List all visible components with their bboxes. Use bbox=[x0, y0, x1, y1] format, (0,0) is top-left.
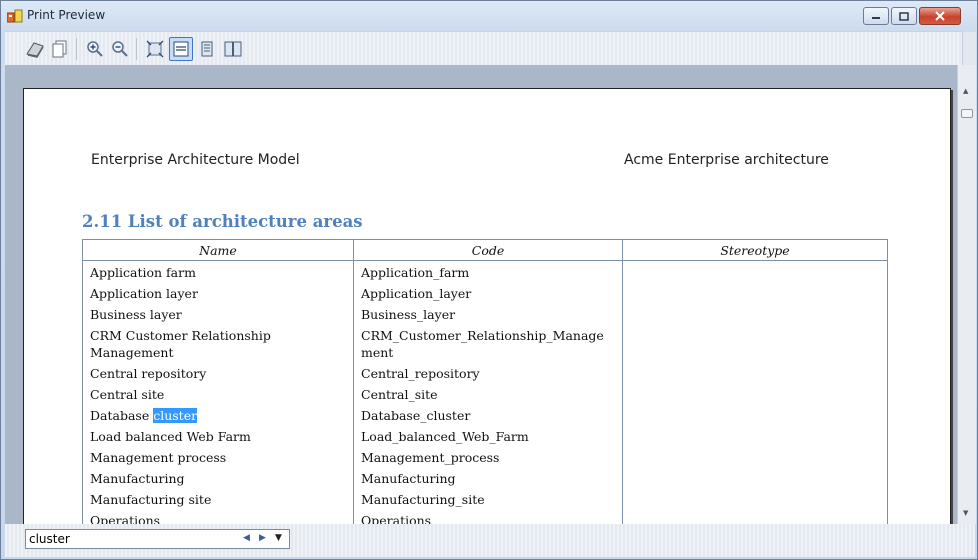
table-row: CRM Customer Relationship Management CRM… bbox=[82, 327, 888, 365]
fit-width-icon bbox=[173, 41, 189, 57]
table-row: Database cluster Database_cluster bbox=[82, 407, 888, 428]
table-row: Application farm Application_farm bbox=[82, 260, 888, 285]
close-button[interactable] bbox=[919, 7, 961, 25]
cell-name: CRM Customer Relationship Management bbox=[82, 327, 354, 365]
single-page-button[interactable] bbox=[195, 37, 219, 61]
cell-name: Management process bbox=[82, 449, 354, 470]
column-header-code: Code bbox=[353, 239, 623, 261]
preview-toolbar bbox=[5, 31, 963, 66]
fit-page-button[interactable] bbox=[143, 37, 167, 61]
table-row: Central site Central_site bbox=[82, 386, 888, 407]
fit-page-icon bbox=[146, 40, 164, 58]
single-page-icon bbox=[201, 41, 213, 57]
cell-stereotype bbox=[622, 260, 888, 285]
cell-name: Application farm bbox=[82, 260, 354, 285]
cell-code: Application_layer bbox=[353, 285, 623, 306]
cell-name: Operations bbox=[82, 512, 354, 524]
cell-code: Central_repository bbox=[353, 365, 623, 386]
preview-page: Enterprise Architecture Model Acme Enter… bbox=[23, 88, 951, 524]
preview-area[interactable]: Enterprise Architecture Model Acme Enter… bbox=[5, 65, 957, 524]
section-title: 2.11 List of architecture areas bbox=[82, 212, 363, 231]
cell-name: Manufacturing site bbox=[82, 491, 354, 512]
window-title: Print Preview bbox=[27, 8, 106, 22]
cell-code: Central_site bbox=[353, 386, 623, 407]
toolbar-separator bbox=[136, 38, 137, 60]
vertical-scrollbar[interactable]: ▲ ▼ bbox=[957, 65, 976, 524]
maximize-button[interactable] bbox=[891, 7, 917, 25]
table-row: Operations Operations bbox=[82, 512, 888, 524]
find-previous-icon[interactable]: ◀ bbox=[243, 533, 250, 543]
cell-name: Central repository bbox=[82, 365, 354, 386]
page-header-left: Enterprise Architecture Model bbox=[91, 152, 300, 168]
close-icon bbox=[935, 11, 945, 21]
cell-name: Application layer bbox=[82, 285, 354, 306]
cell-stereotype bbox=[622, 449, 888, 470]
cell-code: CRM_Customer_Relationship_Management bbox=[353, 327, 623, 365]
scroll-down-icon[interactable]: ▼ bbox=[963, 509, 968, 517]
zoom-in-icon bbox=[87, 41, 103, 57]
table-row: Management process Management_process bbox=[82, 449, 888, 470]
cell-stereotype bbox=[622, 365, 888, 386]
cell-stereotype bbox=[622, 428, 888, 449]
cell-name-text: Database bbox=[90, 408, 154, 423]
print-button[interactable] bbox=[23, 37, 47, 61]
table-row: Central repository Central_repository bbox=[82, 365, 888, 386]
maximize-icon bbox=[899, 11, 909, 21]
toolbar-separator bbox=[76, 38, 77, 60]
cell-stereotype bbox=[622, 306, 888, 327]
table-row: Manufacturing site Manufacturing_site bbox=[82, 491, 888, 512]
table-row: Application layer Application_layer bbox=[82, 285, 888, 306]
table-row: Load balanced Web Farm Load_balanced_Web… bbox=[82, 428, 888, 449]
scroll-up-icon[interactable]: ▲ bbox=[963, 87, 968, 95]
print-icon bbox=[26, 42, 44, 58]
cell-stereotype bbox=[622, 327, 888, 365]
cell-stereotype bbox=[622, 407, 888, 428]
cell-code: Load_balanced_Web_Farm bbox=[353, 428, 623, 449]
cell-name: Load balanced Web Farm bbox=[82, 428, 354, 449]
toolbar-overflow[interactable] bbox=[962, 32, 976, 65]
page-header-right: Acme Enterprise architecture bbox=[624, 152, 829, 168]
table-row: Business layer Business_layer bbox=[82, 306, 888, 327]
cell-code: Operations bbox=[353, 512, 623, 524]
cell-name: Business layer bbox=[82, 306, 354, 327]
cell-code: Manufacturing_site bbox=[353, 491, 623, 512]
print-preview-app-icon bbox=[7, 9, 23, 23]
cell-code: Business_layer bbox=[353, 306, 623, 327]
minimize-button[interactable] bbox=[863, 7, 889, 25]
cell-code: Database_cluster bbox=[353, 407, 623, 428]
cell-stereotype bbox=[622, 470, 888, 491]
cell-code: Manufacturing bbox=[353, 470, 623, 491]
title-bar[interactable]: Print Preview bbox=[1, 1, 977, 31]
cell-code: Application_farm bbox=[353, 260, 623, 285]
two-pages-icon bbox=[224, 41, 242, 57]
zoom-in-button[interactable] bbox=[83, 37, 107, 61]
minimize-icon bbox=[872, 17, 880, 19]
find-next-icon[interactable]: ▶ bbox=[259, 533, 266, 543]
column-header-name: Name bbox=[82, 239, 354, 261]
find-bar: ◀ ▶ ▼ bbox=[5, 524, 975, 557]
cell-name: Manufacturing bbox=[82, 470, 354, 491]
cell-code: Management_process bbox=[353, 449, 623, 470]
cell-name: Database cluster bbox=[82, 407, 354, 428]
zoom-out-button[interactable] bbox=[108, 37, 132, 61]
cell-stereotype bbox=[622, 491, 888, 512]
fit-width-button[interactable] bbox=[169, 37, 193, 61]
cell-stereotype bbox=[622, 386, 888, 407]
architecture-areas-table: Name Code Stereotype Application farm Ap… bbox=[82, 239, 888, 524]
page-setup-button[interactable] bbox=[48, 37, 72, 61]
find-options-dropdown-icon[interactable]: ▼ bbox=[275, 533, 282, 543]
print-preview-window: Print Preview Enterprise Architecture Mo… bbox=[0, 0, 978, 560]
cell-stereotype bbox=[622, 512, 888, 524]
scrollbar-thumb[interactable] bbox=[961, 109, 973, 118]
cell-name: Central site bbox=[82, 386, 354, 407]
column-header-stereotype: Stereotype bbox=[622, 239, 888, 261]
zoom-out-icon bbox=[112, 41, 128, 57]
table-row: Manufacturing Manufacturing bbox=[82, 470, 888, 491]
cell-stereotype bbox=[622, 285, 888, 306]
page-setup-icon bbox=[52, 40, 67, 58]
two-pages-button[interactable] bbox=[221, 37, 245, 61]
find-input[interactable] bbox=[25, 529, 290, 549]
search-highlight: cluster bbox=[153, 408, 198, 423]
